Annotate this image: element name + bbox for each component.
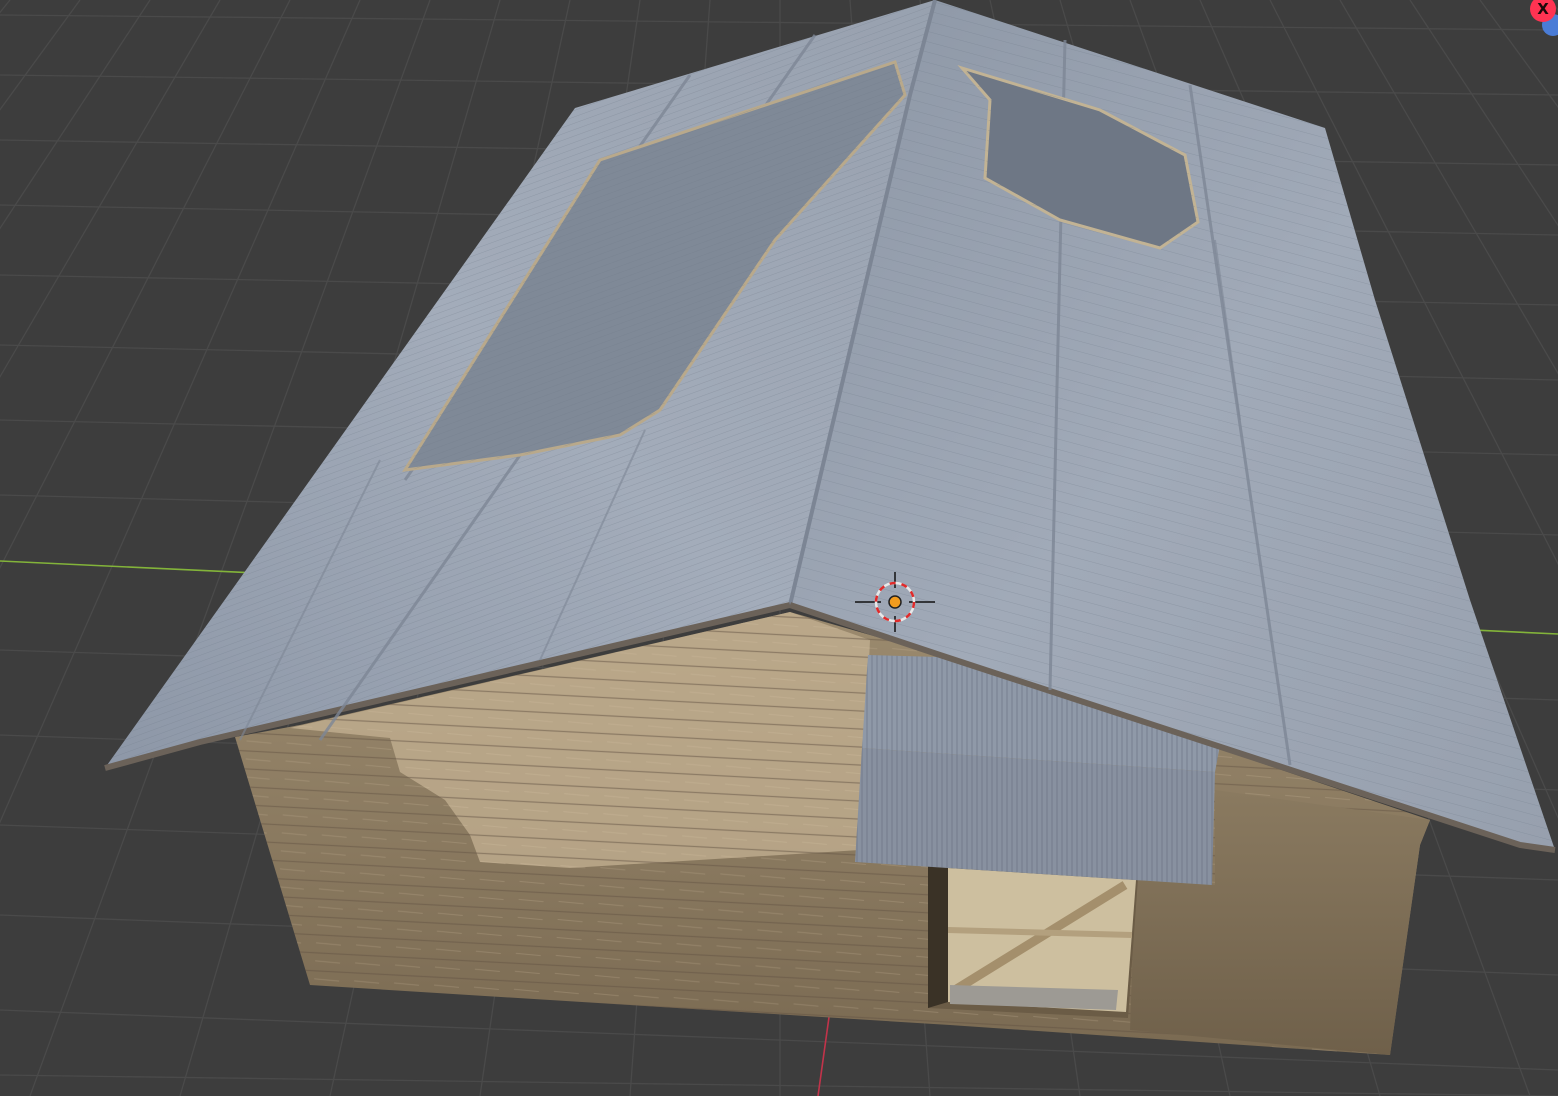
viewport-scene[interactable] [0,0,1558,1096]
gizmo-x-label: X [1537,0,1549,18]
cursor-center [888,595,902,609]
door-shadow [928,866,948,1008]
3d-viewport[interactable]: X [0,0,1558,1096]
awning-front-lines [855,748,1215,885]
navigation-gizmo[interactable]: X [1530,0,1558,40]
